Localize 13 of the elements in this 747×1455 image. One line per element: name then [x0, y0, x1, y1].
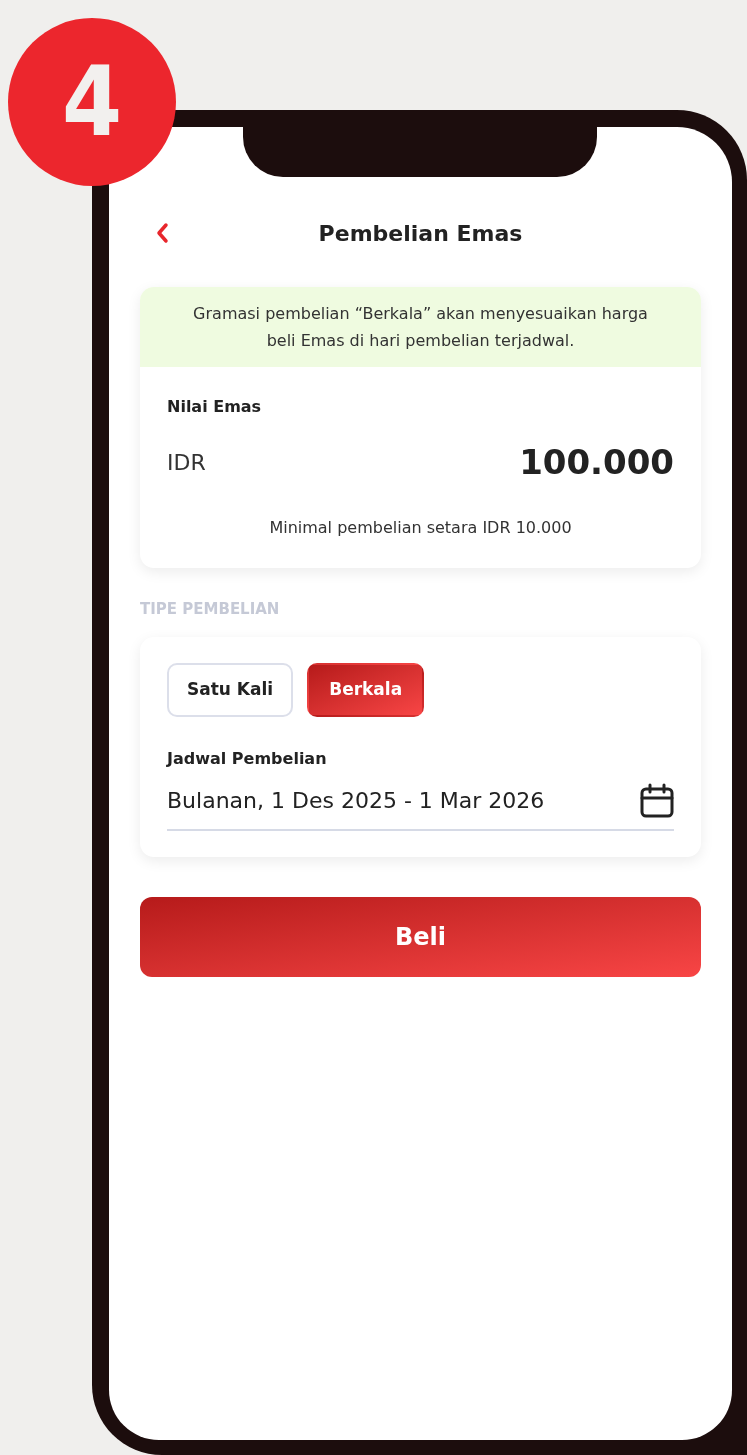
purchase-type-option[interactable]: Satu Kali [167, 662, 294, 717]
page-title: Pembelian Emas [318, 219, 523, 248]
minimum-note: Minimal pembelian setara IDR 10.000 [268, 517, 573, 539]
purchase-type-option[interactable]: Berkala [307, 662, 425, 717]
amount-value[interactable]: 100.000 [519, 437, 674, 488]
amount-label: Nilai Emas [167, 396, 263, 418]
buy-button[interactable]: Beli [140, 896, 701, 977]
section-label: TIPE PEMBELIAN [140, 599, 281, 620]
info-banner: Gramasi pembelian “Berkala” akan menyesuaikan harga beli Emas di hari pembelian terjadwal. [140, 287, 701, 367]
schedule-label: Jadwal Pembelian [167, 747, 328, 770]
schedule-field[interactable]: Bulanan, 1 Des 2025 - 1 Mar 2026 [167, 782, 674, 831]
step-badge: 4 [8, 18, 176, 186]
currency-label: IDR [167, 449, 206, 477]
